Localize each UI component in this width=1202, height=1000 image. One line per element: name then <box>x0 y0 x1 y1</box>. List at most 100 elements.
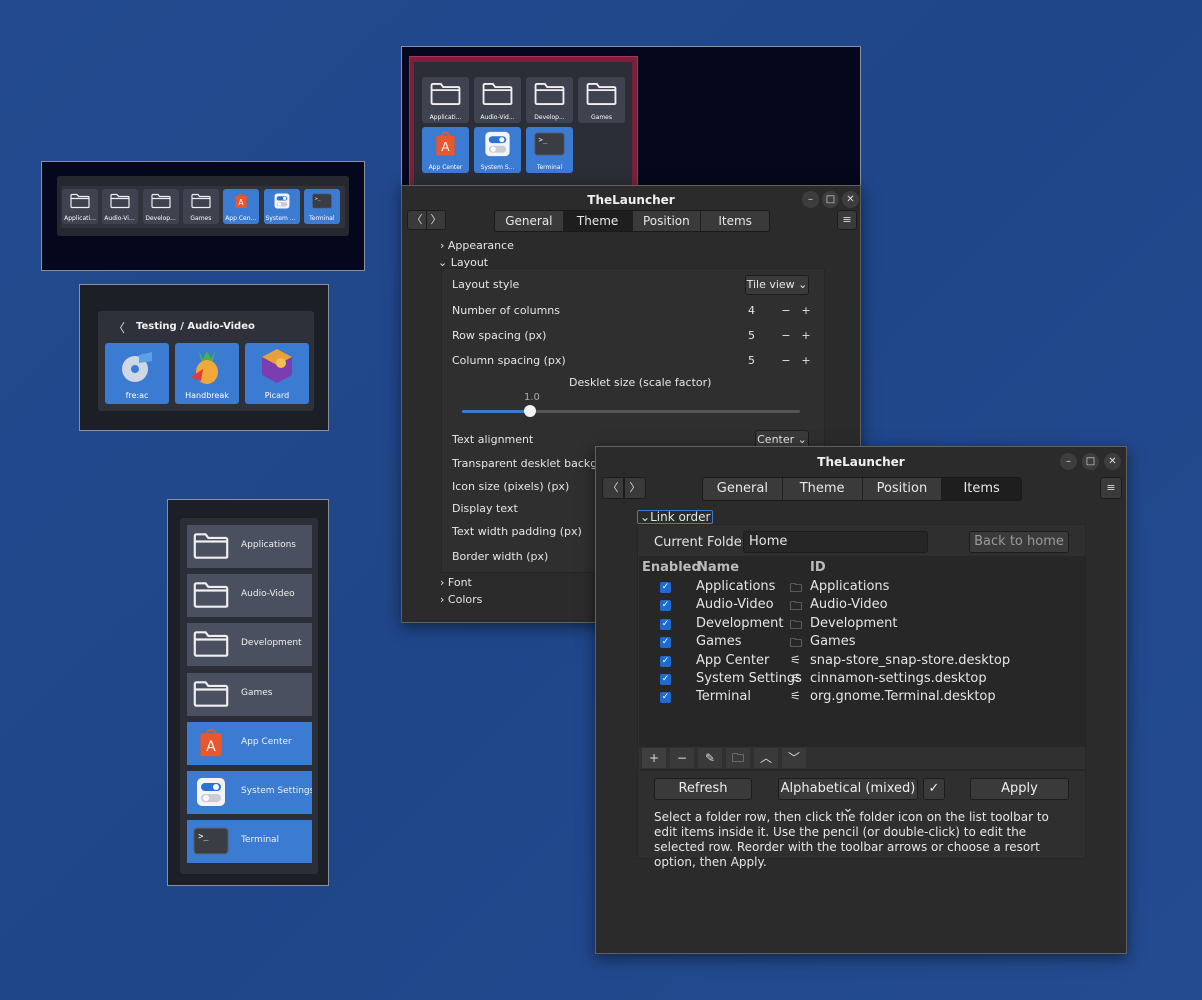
launcher-tile[interactable]: System S... <box>263 189 300 224</box>
row-id: snap-store_snap-store.desktop <box>810 652 1011 668</box>
tab-theme[interactable]: Theme <box>563 211 633 231</box>
tile-label: System S... <box>480 164 515 171</box>
column-header-name[interactable]: Name <box>697 560 739 575</box>
section-appearance[interactable]: › Appearance <box>440 239 514 252</box>
app-tile-freac[interactable]: fre:ac <box>105 343 169 404</box>
enabled-checkbox[interactable]: ✓ <box>660 655 671 667</box>
current-folder-label: Current Folder <box>654 535 748 550</box>
folder-icon <box>70 193 90 212</box>
enabled-checkbox[interactable]: ✓ <box>660 637 671 649</box>
desklet-size-slider-handle[interactable] <box>524 405 536 417</box>
forward-nav-button[interactable]: 〉 <box>624 477 646 499</box>
enabled-checkbox[interactable]: ✓ <box>660 618 671 630</box>
close-button[interactable]: ✕ <box>842 191 859 208</box>
launcher-tile[interactable]: Develop... <box>526 77 573 123</box>
move-down-icon[interactable]: ﹀ <box>782 748 806 768</box>
folder-open-icon[interactable]: 🗀 <box>726 748 750 768</box>
tile-label: Terminal <box>309 215 335 222</box>
launcher-tile[interactable]: Develop... <box>142 189 179 224</box>
launcher-tile[interactable]: >_ Terminal <box>526 127 573 173</box>
menu-button[interactable]: ≡ <box>837 210 857 230</box>
decrement-button[interactable]: − <box>776 354 796 367</box>
refresh-button[interactable]: Refresh <box>654 778 752 800</box>
folder-icon <box>193 531 229 564</box>
desklet-size-label: Desklet size (scale factor) <box>569 376 712 389</box>
launcher-tile[interactable]: Audio-Vid... <box>102 189 139 224</box>
launcher-list-item[interactable]: Audio-Video <box>187 574 312 618</box>
menu-button[interactable]: ≡ <box>1100 477 1122 499</box>
edit-pencil-icon[interactable]: ✎ <box>698 748 722 768</box>
launcher-tile[interactable]: Audio-Vid... <box>474 77 521 123</box>
remove-icon[interactable]: − <box>670 748 694 768</box>
back-nav-button[interactable]: 〈 <box>407 210 427 230</box>
enabled-checkbox[interactable]: ✓ <box>660 692 671 704</box>
app-center-icon: A <box>430 131 461 160</box>
launcher-list-item[interactable]: Applications <box>187 525 312 568</box>
close-button[interactable]: ✕ <box>1104 453 1121 470</box>
row-spacing-spinner[interactable]: 5 − + <box>748 325 816 345</box>
back-nav-button[interactable]: 〈 <box>602 477 624 499</box>
launcher-tile[interactable]: A App Center <box>422 127 469 173</box>
tab-theme[interactable]: Theme <box>782 478 863 500</box>
launcher-tile[interactable]: A App Center <box>223 189 260 224</box>
app-tile-label: fre:ac <box>125 391 149 400</box>
section-label: Appearance <box>447 239 514 252</box>
column-header-enabled[interactable]: Enabled <box>642 560 701 575</box>
tab-general[interactable]: General <box>703 478 783 500</box>
tab-position[interactable]: Position <box>632 211 702 231</box>
tab-items[interactable]: Items <box>942 478 1021 500</box>
enabled-checkbox[interactable]: ✓ <box>660 600 671 612</box>
increment-button[interactable]: + <box>796 304 816 317</box>
layout-style-dropdown[interactable]: Tile view ⌄ <box>745 275 809 295</box>
maximize-button[interactable]: □ <box>1082 453 1099 470</box>
enabled-checkbox[interactable]: ✓ <box>660 674 671 685</box>
back-icon[interactable]: 〈 <box>113 319 125 336</box>
column-spacing-spinner[interactable]: 5 − + <box>748 350 816 370</box>
launcher-list-item[interactable]: >_ Terminal <box>187 820 312 864</box>
launcher-tile[interactable]: System S... <box>474 127 521 173</box>
section-font[interactable]: › Font <box>440 576 472 589</box>
launcher-tile[interactable]: Applicati... <box>62 189 98 224</box>
launcher-list-item[interactable]: A App Center <box>187 721 312 765</box>
increment-button[interactable]: + <box>796 354 816 367</box>
increment-button[interactable]: + <box>796 329 816 342</box>
launcher-list-item[interactable]: System Settings <box>187 771 312 814</box>
decrement-button[interactable]: − <box>776 329 796 342</box>
apply-button[interactable]: Apply <box>970 778 1069 800</box>
column-header-id[interactable]: ID <box>810 560 826 575</box>
forward-nav-button[interactable]: 〉 <box>426 210 446 230</box>
sort-confirm-button[interactable]: ✓ <box>923 778 945 800</box>
move-up-icon[interactable]: ︿ <box>754 748 778 768</box>
minimize-button[interactable]: – <box>802 191 819 208</box>
add-icon[interactable]: + <box>642 748 666 768</box>
minimize-button[interactable]: – <box>1060 453 1077 470</box>
app-tile-handbreak[interactable]: Handbreak <box>175 343 239 404</box>
row-desklet: Applicati... Audio-Vid... Develop... Games A… <box>41 161 365 271</box>
columns-spinner[interactable]: 4 − + <box>748 300 816 320</box>
launcher-list-item[interactable]: Games <box>187 672 312 716</box>
row-id: cinnamon-settings.desktop <box>810 671 987 686</box>
row-id: Applications <box>810 579 890 594</box>
app-tile-label: Handbreak <box>185 391 229 400</box>
launcher-tile[interactable]: >_ Terminal <box>303 189 340 224</box>
launcher-icon: ⚟ <box>790 652 801 667</box>
maximize-button[interactable]: □ <box>822 191 839 208</box>
launcher-tile[interactable]: Applicati... <box>422 77 469 123</box>
section-link-order[interactable]: ⌄Link order <box>637 510 714 524</box>
launcher-list-item[interactable]: Development <box>187 623 312 667</box>
tab-position[interactable]: Position <box>862 478 943 500</box>
launcher-tile[interactable]: Games <box>182 189 219 224</box>
tab-items[interactable]: Items <box>701 211 769 231</box>
enabled-checkbox[interactable]: ✓ <box>660 582 671 593</box>
text-alignment-label: Text alignment <box>452 433 534 446</box>
app-tile-picard[interactable]: Picard <box>245 343 309 404</box>
back-to-home-button[interactable]: Back to home <box>969 531 1069 553</box>
launcher-tile[interactable]: Games <box>578 77 625 123</box>
tile-label: Applicati... <box>429 114 462 121</box>
display-text-label: Display text <box>452 502 518 515</box>
tab-general[interactable]: General <box>495 211 564 231</box>
decrement-button[interactable]: − <box>776 304 796 317</box>
row-name: Development <box>696 615 784 631</box>
section-colors[interactable]: › Colors <box>440 593 482 606</box>
sort-dropdown[interactable]: Alphabetical (mixed) ⌄ <box>778 778 918 816</box>
